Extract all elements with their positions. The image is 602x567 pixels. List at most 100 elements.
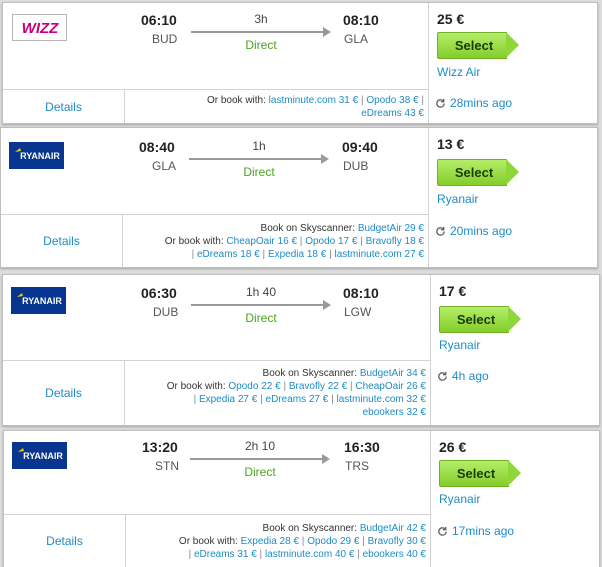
departure-time: 06:10 xyxy=(141,12,177,28)
details-link[interactable]: Details xyxy=(4,515,126,567)
skyscanner-partner-link[interactable]: BudgetAir 29 € xyxy=(358,223,424,234)
separator: | xyxy=(259,548,263,560)
arrival-time: 16:30 xyxy=(344,439,380,455)
flight-card: WIZZ 06:10 BUD 3h Direct 08:10 GLA Detai… xyxy=(2,2,598,124)
arrival-airport: GLA xyxy=(344,32,369,46)
itinerary: RYANAIR 08:40 GLA 1h Direct 09:40 DUB xyxy=(1,128,428,216)
partner-link[interactable]: ebookers 40 € xyxy=(363,549,426,560)
arrival-airport: TRS xyxy=(345,459,369,473)
ryanair-logo: RYANAIR xyxy=(12,442,67,469)
price-age: 17mins ago xyxy=(437,524,514,538)
partner-link[interactable]: Opodo 29 € xyxy=(307,536,359,547)
departure-airport: DUB xyxy=(153,305,179,319)
departure-airport: STN xyxy=(155,459,179,473)
partner-link[interactable]: CheapOair 26 € xyxy=(355,381,426,392)
partner-link[interactable]: eDreams 31 € xyxy=(194,549,257,560)
skyscanner-partner-link[interactable]: BudgetAir 34 € xyxy=(360,368,426,379)
select-button-label: Select xyxy=(456,312,496,327)
partner-link[interactable]: CheapOair 16 € xyxy=(226,236,297,247)
price-panel: 13 € Select Ryanair 20mins ago xyxy=(428,128,597,267)
partner-prices: Book on Skyscanner: BudgetAir 34 € Or bo… xyxy=(127,361,426,425)
flight-info: RYANAIR 13:20 STN 2h 10 Direct 16:30 TRS… xyxy=(4,431,430,567)
wizzair-logo: WIZZ xyxy=(12,14,67,41)
flight-info: WIZZ 06:10 BUD 3h Direct 08:10 GLA Detai… xyxy=(3,3,428,123)
partner-link[interactable]: Opodo 22 € xyxy=(228,381,280,392)
separator: | xyxy=(283,381,287,392)
ryanair-logo-icon: RYANAIR xyxy=(18,448,63,461)
partner-link[interactable]: Bravofly 30 € xyxy=(368,536,426,547)
partner-link[interactable]: Opodo 38 € xyxy=(366,95,418,106)
departure-airport: GLA xyxy=(152,159,177,173)
flight-info: RYANAIR 06:30 DUB 1h 40 Direct 08:10 LGW… xyxy=(3,275,430,425)
airline-link[interactable]: Wizz Air xyxy=(437,65,480,79)
separator: | xyxy=(260,394,263,405)
partner-link[interactable]: lastminute.com 40 € xyxy=(265,549,355,560)
refresh-icon xyxy=(436,226,445,236)
booking-options: Details Book on Skyscanner: BudgetAir 42… xyxy=(4,514,430,567)
svg-text:WIZZ: WIZZ xyxy=(21,20,58,37)
itinerary: RYANAIR 06:30 DUB 1h 40 Direct 08:10 LGW xyxy=(3,275,430,362)
price: 25 € xyxy=(437,11,465,27)
partner-link[interactable]: lastminute.com 27 € xyxy=(335,249,425,260)
arrival-time: 08:10 xyxy=(343,12,379,28)
partner-link[interactable]: ebookers 32 € xyxy=(363,407,426,418)
partner-link[interactable]: eDreams 43 € xyxy=(361,108,424,119)
airline-link[interactable]: Ryanair xyxy=(439,338,480,352)
select-button-label: Select xyxy=(454,165,494,180)
or-book-with-label: Or book with: xyxy=(178,535,238,547)
separator: | xyxy=(357,548,360,560)
details-link[interactable]: Details xyxy=(3,361,125,425)
price-age: 20mins ago xyxy=(435,224,512,238)
price-age-text: 17mins ago xyxy=(452,524,515,538)
price-panel: 26 € Select Ryanair 17mins ago xyxy=(430,431,599,567)
direct-label: Direct xyxy=(245,38,277,52)
select-button[interactable]: Select xyxy=(437,32,519,59)
partner-link[interactable]: Expedia 28 € xyxy=(241,536,299,547)
separator: | xyxy=(193,394,197,405)
separator: | xyxy=(329,248,332,260)
refresh-icon xyxy=(436,98,445,108)
or-book-with-label: Or book with: xyxy=(206,94,266,106)
select-button[interactable]: Select xyxy=(437,159,519,186)
select-button[interactable]: Select xyxy=(439,306,521,333)
airline-link[interactable]: Ryanair xyxy=(439,492,480,506)
ryanair-logo-icon: RYANAIR xyxy=(15,148,60,161)
price-age-text: 20mins ago xyxy=(450,224,513,238)
partner-link[interactable]: lastminute.com 31 € xyxy=(269,95,359,106)
departure-airport: BUD xyxy=(152,32,178,46)
airline-link[interactable]: Ryanair xyxy=(437,192,478,206)
select-button[interactable]: Select xyxy=(439,460,521,487)
partner-link[interactable]: Opodo 17 € xyxy=(305,236,357,247)
separator: | xyxy=(331,394,334,405)
price-panel: 17 € Select Ryanair 4h ago xyxy=(430,275,599,425)
direct-label: Direct xyxy=(244,465,276,479)
route-arrow-icon xyxy=(191,300,331,310)
price: 13 € xyxy=(437,136,465,152)
departure-time: 13:20 xyxy=(142,439,178,455)
booking-options: Details Or book with: lastminute.com 31 … xyxy=(3,89,428,123)
partner-link[interactable]: Expedia 27 € xyxy=(199,394,257,405)
flight-duration: 1h 40 xyxy=(245,285,277,299)
partner-link[interactable]: Bravofly 22 € xyxy=(289,381,347,392)
price-age-text: 28mins ago xyxy=(450,96,513,110)
partner-link[interactable]: Expedia 18 € xyxy=(268,249,326,260)
flight-info: RYANAIR 08:40 GLA 1h Direct 09:40 DUB De… xyxy=(1,128,428,267)
itinerary: RYANAIR 13:20 STN 2h 10 Direct 16:30 TRS xyxy=(4,431,430,515)
price-panel: 25 € Select Wizz Air 28mins ago xyxy=(428,3,597,123)
partner-link[interactable]: lastminute.com 32 € xyxy=(337,394,427,405)
flight-duration: 1h xyxy=(252,139,266,153)
details-link[interactable]: Details xyxy=(3,90,125,123)
price: 17 € xyxy=(439,283,467,299)
details-link[interactable]: Details xyxy=(1,215,123,267)
separator: | xyxy=(421,94,424,106)
ryanair-logo-icon: RYANAIR xyxy=(17,293,62,306)
skyscanner-partner-link[interactable]: BudgetAir 42 € xyxy=(360,523,426,534)
ryanair-logo: RYANAIR xyxy=(11,287,66,314)
wizzair-logo-icon: WIZZ xyxy=(21,20,58,37)
departure-time: 06:30 xyxy=(141,285,177,301)
partner-link[interactable]: eDreams 27 € xyxy=(266,394,329,405)
separator: | xyxy=(301,535,305,547)
partner-link[interactable]: eDreams 18 € xyxy=(197,249,260,260)
partner-link[interactable]: Bravofly 18 € xyxy=(366,236,424,247)
separator: | xyxy=(360,94,364,106)
